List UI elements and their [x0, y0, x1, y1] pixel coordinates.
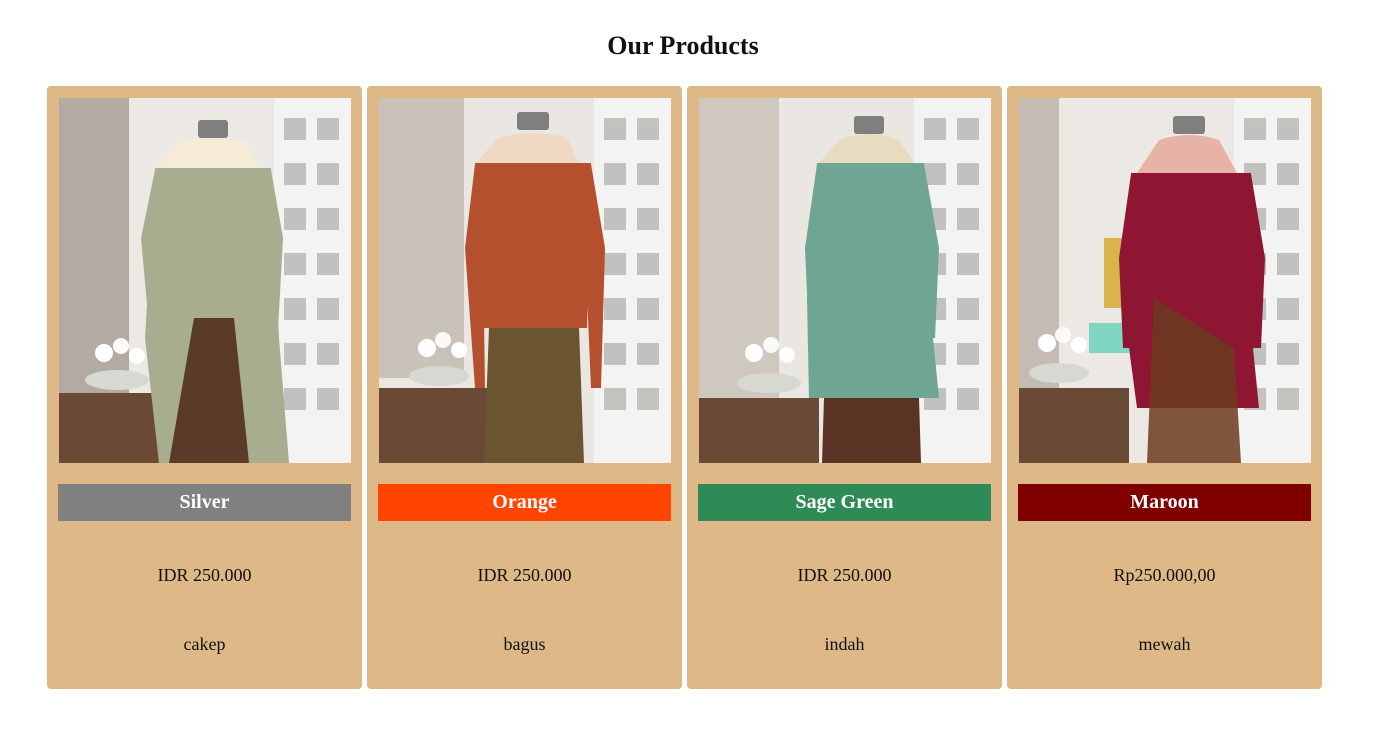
page-title: Our Products — [607, 31, 759, 60]
product-price: Rp250.000,00 — [1113, 565, 1216, 585]
product-card[interactable]: Silver IDR 250.000 cakep — [47, 86, 362, 689]
product-description: bagus — [503, 634, 546, 654]
product-image[interactable] — [1018, 98, 1311, 463]
kebaya-dress-image — [1018, 98, 1311, 463]
product-price: IDR 250.000 — [477, 565, 572, 585]
product-grid: Silver IDR 250.000 cakep Orange IDR 250.… — [47, 86, 1322, 689]
product-description: indah — [824, 634, 865, 654]
product-price: IDR 250.000 — [797, 565, 892, 585]
color-name-label: Orange — [378, 484, 671, 521]
kebaya-dress-image — [378, 98, 671, 463]
color-name-label: Silver — [58, 484, 351, 521]
kebaya-dress-image — [698, 98, 991, 463]
product-description: cakep — [183, 634, 226, 654]
color-name-label: Sage Green — [698, 484, 991, 521]
product-price: IDR 250.000 — [157, 565, 252, 585]
product-card[interactable]: Orange IDR 250.000 bagus — [367, 86, 682, 689]
color-name-label: Maroon — [1018, 484, 1311, 521]
product-image[interactable] — [58, 98, 351, 463]
product-image[interactable] — [378, 98, 671, 463]
product-description: mewah — [1138, 634, 1191, 654]
product-image[interactable] — [698, 98, 991, 463]
product-card[interactable]: Maroon Rp250.000,00 mewah — [1007, 86, 1322, 689]
kebaya-dress-image — [58, 98, 351, 463]
product-card[interactable]: Sage Green IDR 250.000 indah — [687, 86, 1002, 689]
